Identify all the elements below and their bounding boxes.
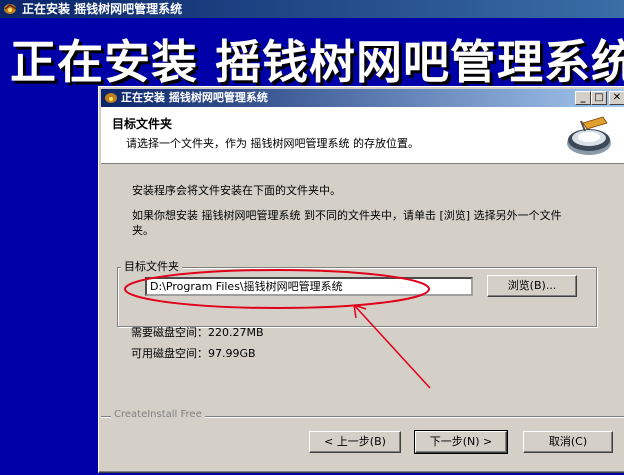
- installer-titlebar: 正在安装 摇钱树网吧管理系统: [0, 0, 624, 18]
- close-button[interactable]: ✕: [609, 91, 624, 105]
- dialog-titlebar: 正在安装 摇钱树网吧管理系统 _ □ ✕: [101, 89, 624, 107]
- header-title: 目标文件夹: [112, 117, 173, 131]
- destination-path-input[interactable]: D:\Program Files\摇钱树网吧管理系统: [145, 277, 473, 296]
- next-button[interactable]: 下一步(N) >: [414, 430, 508, 454]
- brand-label: CreateInstall Free: [111, 409, 205, 420]
- required-space: 需要磁盘空间：220.27MB: [131, 325, 264, 340]
- available-space-value: 97.99GB: [208, 347, 256, 360]
- header-subtitle: 请选择一个文件夹，作为 摇钱树网吧管理系统 的存放位置。: [126, 137, 419, 150]
- install-graphic-icon: [563, 113, 613, 161]
- intro-text: 安装程序会将文件安装在下面的文件夹中。: [132, 184, 341, 197]
- instruction-text: 如果你想安装 摇钱树网吧管理系统 到不同的文件夹中，请单击 [浏览] 选择另外一…: [132, 209, 562, 237]
- minimize-button[interactable]: _: [575, 91, 591, 105]
- install-dialog: 正在安装 摇钱树网吧管理系统 _ □ ✕ 目标文件夹 请选择一个文件夹，作为 摇…: [98, 86, 624, 473]
- available-space-label: 可用磁盘空间：: [131, 347, 208, 360]
- back-button[interactable]: < 上一步(B): [309, 431, 401, 453]
- installer-banner-title: 正在安装 摇钱树网吧管理系统: [10, 35, 624, 89]
- dialog-title: 正在安装 摇钱树网吧管理系统: [121, 91, 268, 104]
- destination-group-label: 目标文件夹: [121, 258, 182, 274]
- required-space-value: 220.27MB: [208, 326, 264, 339]
- required-space-label: 需要磁盘空间：: [131, 326, 208, 339]
- browse-button[interactable]: 浏览(B)...: [487, 275, 577, 297]
- installer-title: 正在安装 摇钱树网吧管理系统: [22, 2, 183, 16]
- app-logo-icon: [105, 93, 117, 103]
- cancel-button[interactable]: 取消(C): [523, 431, 613, 453]
- app-logo-icon: [4, 4, 17, 14]
- available-space: 可用磁盘空间：97.99GB: [131, 346, 256, 361]
- header-panel: 目标文件夹 请选择一个文件夹，作为 摇钱树网吧管理系统 的存放位置。: [101, 107, 624, 164]
- maximize-button[interactable]: □: [591, 91, 607, 105]
